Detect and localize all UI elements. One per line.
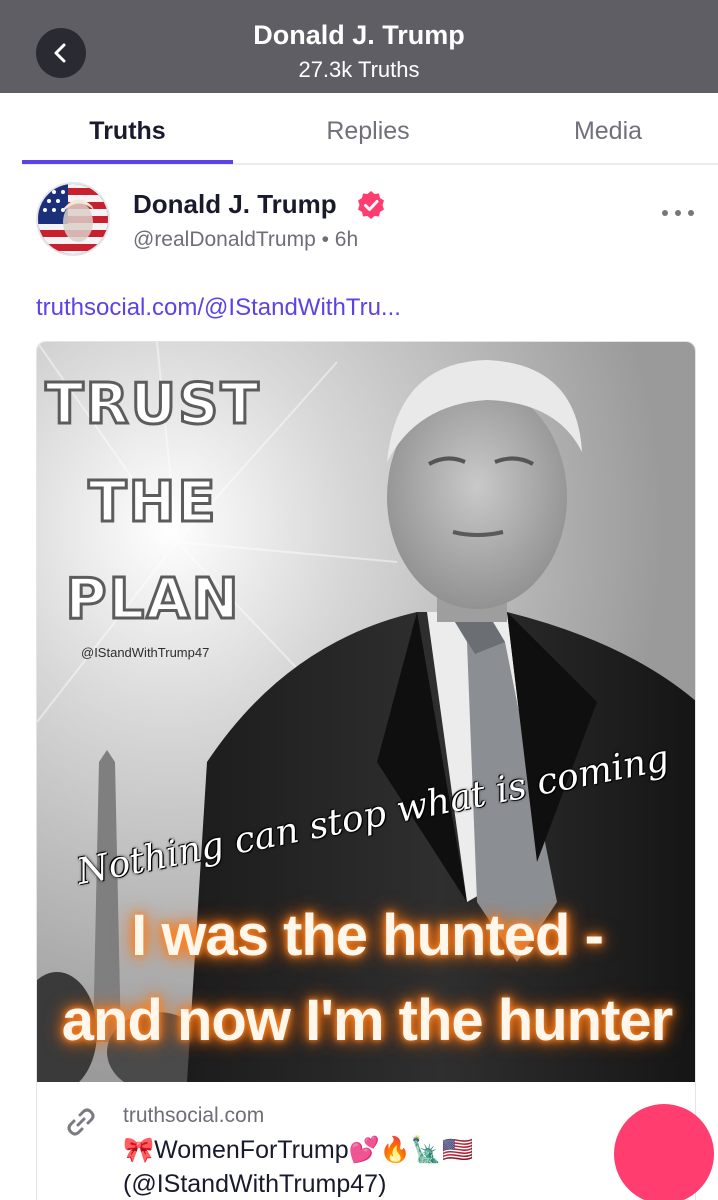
meme-text-plan: PLAN <box>64 566 241 634</box>
more-options-button[interactable] <box>662 205 694 221</box>
card-domain: truthsocial.com <box>123 1104 265 1127</box>
author-name[interactable]: Donald J. Trump <box>133 189 337 220</box>
meme-text-the: THE <box>87 469 218 537</box>
tab-truths[interactable]: Truths <box>22 117 233 146</box>
author-handle-time: @realDonaldTrump • 6h <box>133 228 359 251</box>
tab-replies[interactable]: Replies <box>262 117 474 146</box>
active-tab-indicator <box>22 160 233 164</box>
verified-badge-icon <box>358 191 384 219</box>
post-link[interactable]: truthsocial.com/@IStandWithTru... <box>36 294 401 322</box>
meme-hunted-line1: I was the hunted - <box>131 903 604 968</box>
avatar[interactable] <box>36 182 110 256</box>
truth-count: 27.3k Truths <box>298 57 420 82</box>
preview-image[interactable]: TRUST THE PLAN @IStandWithTrump47 Nothin… <box>37 342 695 1082</box>
link-icon <box>67 1108 95 1136</box>
meme-background <box>37 342 695 1082</box>
header-title: Donald J. Trump <box>253 20 465 50</box>
avatar-image <box>38 184 108 254</box>
profile-header: Donald J. Trump 27.3k Truths <box>0 0 718 93</box>
card-title-handle[interactable]: (@IStandWithTrump47) <box>123 1170 386 1199</box>
meme-handle: @IStandWithTrump47 <box>81 645 210 660</box>
card-title[interactable]: 🎀WomenForTrump💕🔥🗽🇺🇸 <box>123 1136 473 1165</box>
profile-tabs: Truths Replies Media <box>22 93 718 165</box>
tab-media[interactable]: Media <box>502 117 714 146</box>
ellipsis-icon <box>662 210 668 216</box>
link-preview-card[interactable]: TRUST THE PLAN @IStandWithTrump47 Nothin… <box>36 341 696 1200</box>
link-card-meta: truthsocial.com 🎀WomenForTrump💕🔥🗽🇺🇸 (@IS… <box>37 1082 695 1200</box>
compose-button[interactable] <box>614 1104 714 1200</box>
meme-hunted-line2: and now I'm the hunter <box>61 988 673 1053</box>
meme-text-trust: TRUST <box>44 371 261 439</box>
profile-content: Truths Replies Media Donald J. Trump @re <box>6 93 718 1200</box>
